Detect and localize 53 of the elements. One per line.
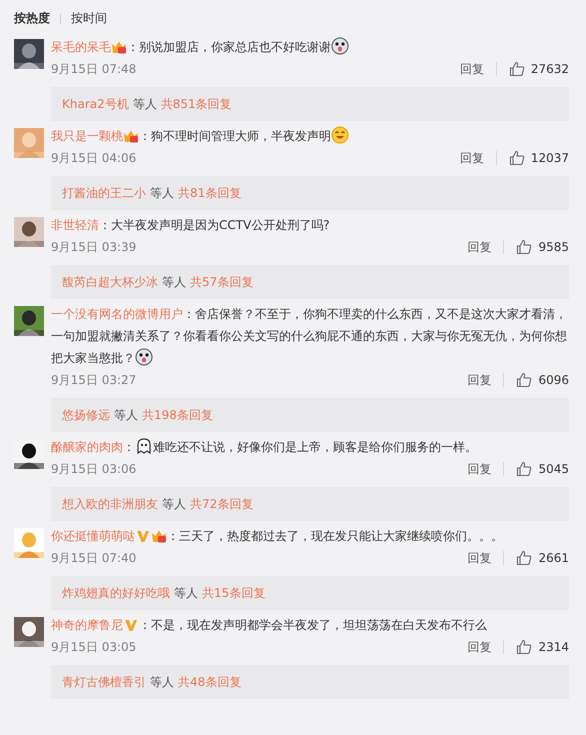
crown-icon <box>111 40 127 54</box>
reply-thread-bar[interactable]: 馥芮白超大杯少冰 等人 共57条回复 <box>51 265 569 299</box>
thumbs-up-icon <box>516 550 532 566</box>
thumbs-up-icon <box>508 61 525 77</box>
crown-icon <box>123 129 139 143</box>
like-button[interactable]: 12037 <box>508 150 569 166</box>
dog-face-icon <box>331 37 349 55</box>
sort-tab[interactable]: 按热度 <box>14 10 50 27</box>
comment-text: 酴醸家的肉肉： 难吃还不让说，好像你们是上帝，顾客是给你们服务的一样。 <box>51 436 569 458</box>
comment-time: 9月15日 07:40 <box>51 550 136 566</box>
like-button[interactable]: 5045 <box>516 461 569 477</box>
comment-time: 9月15日 04:06 <box>51 150 136 166</box>
comment-text: 你还挺懂萌萌哒 ：三天了，热度都过去了，现在发只能让大家继续喷你们。。。 <box>51 528 504 545</box>
like-button[interactable]: 2661 <box>516 550 569 566</box>
thumbs-up-icon <box>516 239 532 255</box>
comment-time: 9月15日 03:05 <box>51 638 136 656</box>
dog-face-icon <box>135 348 153 366</box>
reply-link[interactable]: 回复 <box>467 638 492 656</box>
verified-icon <box>135 529 151 543</box>
reply-thread-bar[interactable]: 青灯古佛檀香引 等人 共48条回复 <box>51 665 569 699</box>
like-button[interactable]: 6096 <box>516 372 569 388</box>
thumbs-up-icon <box>516 461 532 477</box>
crown-icon <box>151 529 167 543</box>
reply-link[interactable]: 回复 <box>460 60 484 78</box>
reply-thread-bar[interactable]: Khara2号机 等人 共851条回复 <box>51 87 569 121</box>
reply-link[interactable]: 回复 <box>460 150 484 166</box>
reply-link[interactable]: 回复 <box>467 238 492 256</box>
like-button[interactable]: 2314 <box>516 639 569 655</box>
reply-thread-bar[interactable]: 悠扬修远 等人 共198条回复 <box>51 398 569 432</box>
reply-link[interactable]: 回复 <box>467 372 492 388</box>
reply-thread-bar[interactable]: 想入欧的非洲朋友 等人 共72条回复 <box>51 487 569 521</box>
comment-text: 我只是一颗桃 ：狗不理时间管理大师，半夜发声明 <box>51 125 569 147</box>
like-button[interactable]: 9585 <box>516 239 569 255</box>
smiley-icon <box>331 126 349 144</box>
like-button[interactable]: 27632 <box>508 61 569 77</box>
reply-link[interactable]: 回复 <box>467 460 492 478</box>
comment-text: 呆毛的呆毛 ：别说加盟店，你家总店也不好吃谢谢 <box>51 36 569 58</box>
comment-text: 一个没有网名的微博用户：舍店保誉？不至于，你狗不理卖的什么东西，又不是这次大家才看清，一句加盟就撇清关系了？你看看你公关文写的什么狗屁不通的东西，大家与你无冤无仇，为何你想把大家当憨批？ <box>51 306 568 368</box>
thumbs-up-icon <box>516 372 532 388</box>
comment-time: 9月15日 03:39 <box>51 238 136 256</box>
comment-time: 9月15日 07:48 <box>51 60 136 78</box>
ghost-icon <box>135 437 153 455</box>
reply-thread-bar[interactable]: 炸鸡翅真的好好吃哦 等人 共15条回复 <box>51 576 569 610</box>
reply-link[interactable]: 回复 <box>467 550 492 566</box>
thumbs-up-icon <box>516 639 532 655</box>
comment-time: 9月15日 03:27 <box>51 372 136 388</box>
comment-time: 9月15日 03:06 <box>51 460 136 478</box>
reply-thread-bar[interactable]: 打酱油的王二小 等人 共81条回复 <box>51 176 569 210</box>
thumbs-up-icon <box>508 150 525 166</box>
verified-icon <box>123 618 139 632</box>
comment-text: 非世轻清：大半夜发声明是因为CCTV公开处刑了吗? <box>51 217 331 234</box>
comment-text: 神奇的摩鲁尼 ：不是，现在发声明都学会半夜发了，坦坦荡荡在白天发布不行么 <box>51 617 488 634</box>
sort-tab[interactable]: 按时间 <box>71 10 107 27</box>
